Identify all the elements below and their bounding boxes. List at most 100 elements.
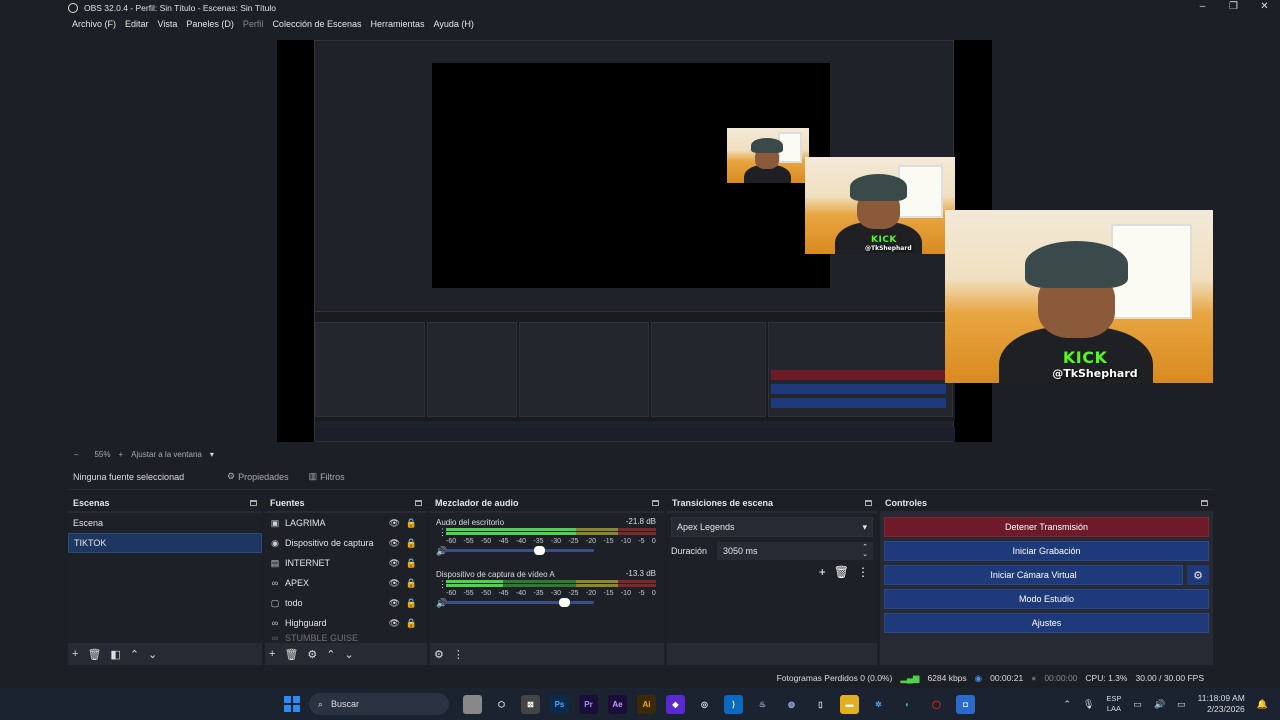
minimize-button[interactable]: –: [1187, 0, 1218, 16]
eye-icon[interactable]: 👁: [389, 598, 400, 609]
gear-icon[interactable]: ⚙: [1187, 565, 1209, 585]
spin-arrows-icon[interactable]: ⌃ ⌄: [862, 544, 868, 558]
source-item[interactable]: ∞ STUMBLE GUISE: [265, 633, 427, 643]
lock-icon[interactable]: 🔒: [406, 518, 417, 529]
lock-icon[interactable]: 🔒: [406, 538, 417, 549]
shield-app-icon[interactable]: ◆: [666, 694, 685, 714]
menu-vista[interactable]: Vista: [158, 19, 178, 29]
clock[interactable]: 11:18:09 AM 2/23/2026: [1198, 693, 1245, 715]
notion-icon[interactable]: ▯: [811, 695, 830, 714]
source-item[interactable]: ∞ Highguard 👁 🔒: [265, 613, 427, 633]
lock-icon[interactable]: 🔒: [406, 598, 417, 609]
properties-button[interactable]: ⚙ Propiedades: [221, 468, 295, 485]
dock-float-icon[interactable]: [865, 500, 872, 506]
maximize-button[interactable]: ❐: [1218, 0, 1249, 16]
dock-float-icon[interactable]: [1201, 500, 1208, 506]
chevron-up-icon[interactable]: ⌃: [1063, 699, 1071, 710]
move-up-icon[interactable]: ⌃: [326, 648, 335, 661]
volume-slider-knob[interactable]: [534, 546, 545, 555]
trash-icon[interactable]: 🗑: [284, 648, 298, 661]
scene-filters-icon[interactable]: ◧: [110, 648, 120, 661]
add-source-icon[interactable]: +: [269, 648, 275, 660]
lock-icon[interactable]: 🔒: [406, 618, 417, 629]
duration-input[interactable]: 3050 ms ⌃ ⌄: [717, 542, 873, 560]
menu-herramientas[interactable]: Herramientas: [371, 19, 425, 29]
eye-icon[interactable]: 👁: [389, 558, 400, 569]
trash-icon[interactable]: 🗑: [87, 648, 101, 661]
capcut-icon[interactable]: ⊠: [521, 694, 540, 714]
stop-streaming-button[interactable]: Detener Transmisión: [884, 517, 1209, 537]
move-down-icon[interactable]: ⌄: [148, 648, 157, 661]
kebab-menu-icon[interactable]: ⋮: [453, 648, 464, 661]
opera-icon[interactable]: ◯: [927, 695, 946, 714]
volume-icon[interactable]: 🔊: [1154, 699, 1165, 710]
obs-taskbar-icon[interactable]: ◎: [695, 695, 714, 714]
studio-mode-button[interactable]: Modo Estudio: [884, 589, 1209, 609]
menu-paneles[interactable]: Paneles (D): [186, 19, 234, 29]
premiere-icon[interactable]: Pr: [579, 694, 598, 714]
lock-icon[interactable]: 🔒: [406, 558, 417, 569]
menu-archivo[interactable]: Archivo (F): [72, 19, 116, 29]
volume-slider-knob[interactable]: [559, 598, 570, 607]
source-item[interactable]: ▤ INTERNET 👁 🔒: [265, 553, 427, 573]
photoshop-icon[interactable]: Ps: [550, 694, 569, 714]
move-up-icon[interactable]: ⌃: [130, 648, 139, 661]
vscode-icon[interactable]: ⟩: [724, 694, 743, 714]
zoom-out-button[interactable]: –: [74, 450, 78, 459]
gear-app-icon[interactable]: ✲: [869, 695, 888, 714]
notification-bell-icon[interactable]: 🔔: [1257, 699, 1268, 710]
dock-float-icon[interactable]: [652, 500, 659, 506]
illustrator-icon[interactable]: Ai: [637, 694, 656, 714]
program-preview[interactable]: KICK @TkShephard: [277, 40, 992, 442]
eye-icon[interactable]: 👁: [389, 538, 400, 549]
dock-float-icon[interactable]: [250, 500, 257, 506]
source-item[interactable]: ∞ APEX 👁 🔒: [265, 573, 427, 593]
source-item[interactable]: ▣ LAGRIMA 👁 🔒: [265, 513, 427, 533]
settings-app-icon[interactable]: ⬡: [492, 695, 511, 714]
settings-button[interactable]: Ajustes: [884, 613, 1209, 633]
volume-slider[interactable]: [446, 598, 594, 607]
eye-icon[interactable]: 👁: [389, 618, 400, 629]
app-icon[interactable]: ◘: [956, 694, 975, 714]
close-button[interactable]: ✕: [1249, 0, 1280, 16]
windows-start-icon[interactable]: [284, 696, 300, 712]
source-item[interactable]: ◉ Dispositivo de captura 👁 🔒: [265, 533, 427, 553]
network-icon[interactable]: ▭: [1133, 699, 1142, 710]
scene-item-escena[interactable]: Escena: [68, 513, 262, 533]
chrome-icon[interactable]: ◍: [782, 695, 801, 714]
menu-editar[interactable]: Editar: [125, 19, 149, 29]
menu-coleccion-escenas[interactable]: Colección de Escenas: [272, 19, 361, 29]
language-indicator[interactable]: ESP LAA: [1106, 694, 1121, 714]
kebab-menu-icon[interactable]: ⋮: [857, 565, 869, 579]
add-transition-icon[interactable]: +: [819, 565, 826, 579]
source-item[interactable]: ▢ todo 👁 🔒: [265, 593, 427, 613]
transition-select[interactable]: Apex Legends ▾: [671, 517, 873, 537]
dock-float-icon[interactable]: [415, 500, 422, 506]
after-effects-icon[interactable]: Ae: [608, 694, 627, 714]
volume-slider[interactable]: [446, 546, 594, 555]
add-scene-icon[interactable]: +: [72, 648, 78, 660]
start-recording-button[interactable]: Iniciar Grabación: [884, 541, 1209, 561]
move-down-icon[interactable]: ⌄: [345, 648, 354, 661]
menu-ayuda[interactable]: Ayuda (H): [434, 19, 474, 29]
chevron-down-icon[interactable]: ▾: [210, 450, 214, 459]
trash-icon[interactable]: 🗑: [834, 565, 849, 579]
steam-icon[interactable]: ♨: [753, 695, 772, 714]
gear-icon[interactable]: ⚙: [307, 648, 317, 661]
microphone-icon[interactable]: 🎙: [1083, 699, 1094, 710]
zoom-fit-select[interactable]: Ajustar a la ventana: [131, 450, 202, 459]
advanced-audio-icon[interactable]: ⚙: [434, 648, 444, 661]
virtual-camera-button[interactable]: Iniciar Cámara Virtual: [884, 565, 1183, 585]
file-explorer-icon[interactable]: ▬: [840, 694, 859, 714]
lock-icon[interactable]: 🔒: [406, 578, 417, 589]
battery-icon[interactable]: ▭: [1177, 699, 1186, 710]
zoom-in-button[interactable]: +: [118, 450, 123, 459]
task-view-icon[interactable]: [463, 694, 482, 714]
scene-item-tiktok[interactable]: TIKTOK: [68, 533, 262, 553]
filters-button[interactable]: ▥ Filtros: [303, 468, 351, 485]
taskbar-search[interactable]: ⌕ Buscar: [309, 693, 449, 715]
menu-perfil[interactable]: Perfil: [243, 19, 264, 29]
eye-icon[interactable]: 👁: [389, 518, 400, 529]
eye-icon[interactable]: 👁: [389, 578, 400, 589]
edge-icon[interactable]: ◐: [898, 695, 917, 714]
